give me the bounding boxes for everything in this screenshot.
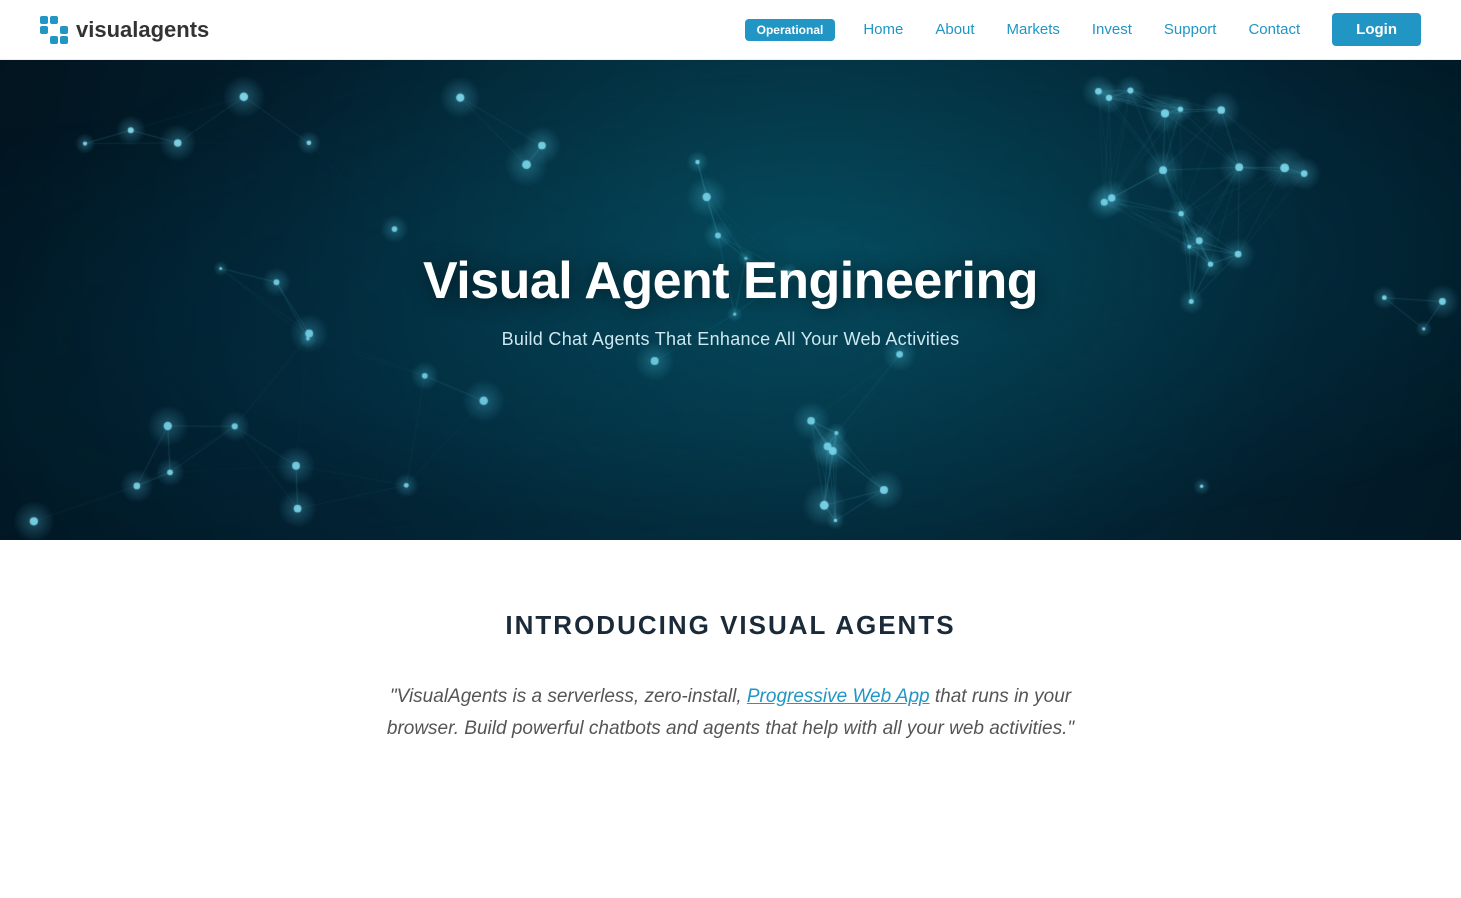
nav-link-contact[interactable]: Contact <box>1236 17 1312 42</box>
hero-content: Visual Agent Engineering Build Chat Agen… <box>0 60 1461 540</box>
nav-link-invest[interactable]: Invest <box>1080 17 1144 42</box>
hero-section: Visual Agent Engineering Build Chat Agen… <box>0 60 1461 540</box>
intro-heading: INTRODUCING VISUAL AGENTS <box>40 610 1421 641</box>
intro-quote-before: "VisualAgents is a serverless, zero-inst… <box>390 686 747 707</box>
intro-section: INTRODUCING VISUAL AGENTS "VisualAgents … <box>0 540 1461 806</box>
nav-link-support[interactable]: Support <box>1152 17 1229 42</box>
hero-subtitle: Build Chat Agents That Enhance All Your … <box>502 329 960 350</box>
login-button[interactable]: Login <box>1332 13 1421 46</box>
nav-link-markets[interactable]: Markets <box>995 17 1072 42</box>
logo[interactable]: visualagents <box>40 16 209 44</box>
navbar: visualagents Operational Home About Mark… <box>0 0 1461 60</box>
status-badge: Operational <box>745 19 836 41</box>
nav-link-home[interactable]: Home <box>851 17 915 42</box>
nav-right: Operational Home About Markets Invest Su… <box>745 13 1421 46</box>
logo-text: visualagents <box>76 17 209 43</box>
intro-text: "VisualAgents is a serverless, zero-inst… <box>371 681 1091 746</box>
nav-link-about[interactable]: About <box>923 17 986 42</box>
logo-grid-icon <box>40 16 68 44</box>
intro-pwa-link[interactable]: Progressive Web App <box>747 686 930 707</box>
hero-title: Visual Agent Engineering <box>423 251 1038 311</box>
